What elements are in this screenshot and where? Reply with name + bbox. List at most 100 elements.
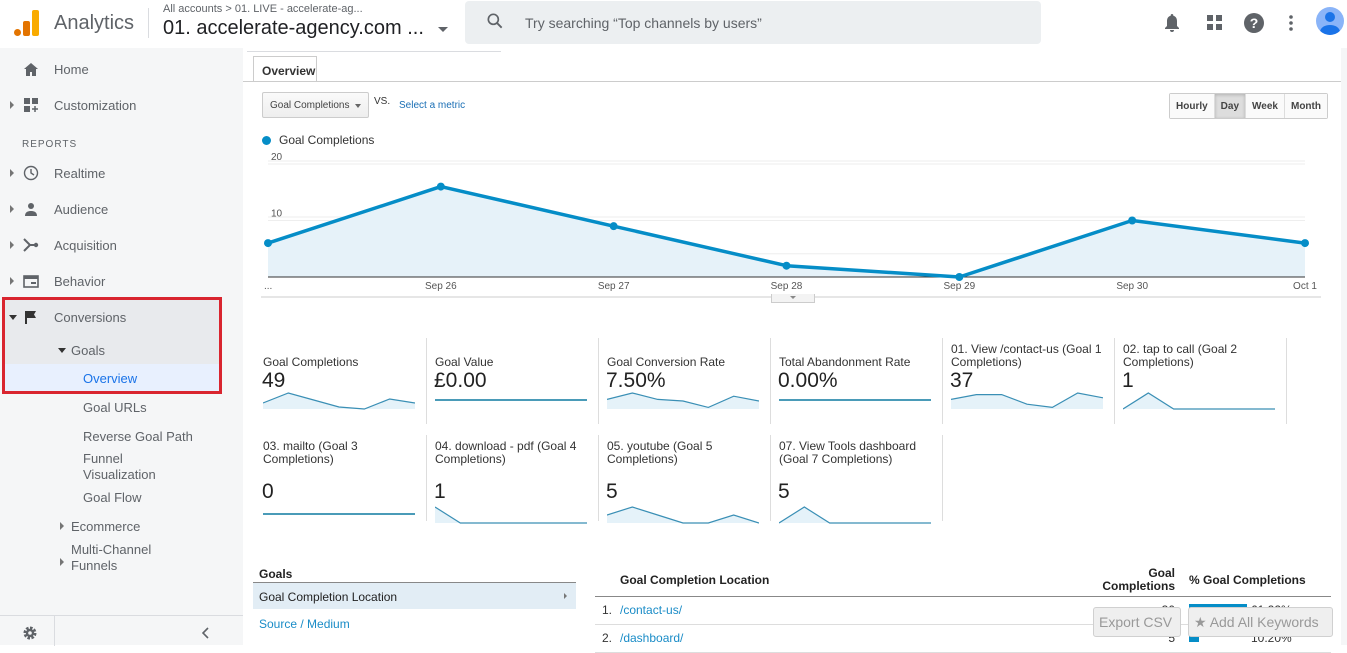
scorecard-title: Total Abandonment Rate [779,355,911,369]
sidebar-item-realtime[interactable]: Realtime [0,155,243,191]
expand-arrow-icon [60,522,64,530]
scorecard-sparkline [607,392,759,409]
sidebar-item-home[interactable]: Home [0,51,243,87]
help-icon[interactable]: ? [1241,10,1267,36]
goals-item-source-medium[interactable]: Source / Medium [259,617,350,631]
scorecard[interactable]: Goal Value £0.00 [427,338,599,424]
x-tick-label: Sep 27 [598,281,630,292]
sidebar-label: Audience [54,201,109,217]
goals-item-completion-location[interactable]: Goal Completion Location [253,583,576,609]
data-point [955,273,964,281]
goal-completions-chart[interactable]: 10 20... Sep 26 Sep 27 Sep 28 Sep 29 Sep 30 Oct… [243,148,1341,298]
scorecard[interactable]: 01. View /contact-us (Goal 1 Completions… [943,338,1115,424]
goals-item-label: Goal Completion Location [259,590,398,604]
col-header-location[interactable]: Goal Completion Location [620,573,769,587]
analytics-logo[interactable] [14,10,40,36]
clock-icon [22,164,40,182]
export-csv-button[interactable]: Export CSV [1093,607,1181,637]
sparkline-area [607,507,759,523]
account-breadcrumb[interactable]: All accounts > 01. LIVE - accelerate-ag.… [163,3,363,15]
chart-resize-handle[interactable] [771,294,815,303]
sidebar-footer [0,615,243,646]
home-icon [22,60,40,78]
sidebar-item-behavior[interactable]: Behavior [0,263,243,299]
sidebar-item-customization[interactable]: Customization [0,87,243,123]
scorecard[interactable]: Total Abandonment Rate 0.00% [771,338,943,424]
scorecard[interactable]: 02. tap to call (Goal 2 Completions) 1 [1115,338,1287,424]
person-icon [22,200,40,218]
granularity-hourly[interactable]: Hourly [1170,94,1215,118]
scorecard-value: 0 [262,480,274,503]
chevron-down-icon[interactable] [438,27,448,32]
scorecard-title: Goal Completions [263,355,359,369]
row-location-link[interactable]: /dashboard/ [620,631,683,645]
account-avatar-icon[interactable] [1316,7,1344,35]
top-bar: Analytics All accounts > 01. LIVE - acce… [0,0,1347,48]
sparkline-line [435,506,587,524]
expand-arrow-icon [10,169,14,177]
gear-icon[interactable] [22,625,38,641]
sidebar-item-multichannel[interactable]: Multi-Channel Funnels [0,540,243,576]
footer-divider [54,616,55,646]
expand-arrow-icon [10,101,14,109]
header-divider [148,8,149,38]
property-selector[interactable]: 01. accelerate-agency.com ... [163,17,424,40]
sidebar-label: Behavior [54,273,106,289]
scorecard-sparkline [263,513,415,515]
col-header-completions[interactable]: Goal Completions [1083,567,1175,593]
scorecard-sparkline [607,506,759,524]
granularity-toggle: Hourly Day Week Month [1169,93,1328,119]
row-number: 2. [602,631,613,645]
apps-grid-icon[interactable] [1202,10,1228,36]
sidebar-label: Home [54,61,89,77]
scorecard-title: Goal Value [435,355,494,369]
sidebar-item-ecommerce[interactable]: Ecommerce [0,508,243,544]
scorecard[interactable]: 07. View Tools dashboard (Goal 7 Complet… [771,435,943,524]
bell-icon[interactable] [1159,10,1185,36]
search-input[interactable] [525,1,1025,44]
sidebar-item-goal-urls[interactable]: Goal URLs [83,400,147,415]
data-point [1301,239,1309,248]
dashboard-plus-icon [22,96,40,114]
data-point [264,239,272,248]
sidebar-item-goal-flow[interactable]: Goal Flow [83,490,142,505]
scorecard-value: £0.00 [434,369,487,392]
data-point [1128,216,1137,225]
metric-dropdown-value: Goal Completions [270,100,350,111]
scorecard-title: 01. View /contact-us (Goal 1 Completions… [951,342,1102,369]
reports-section-label: REPORTS [22,139,78,150]
sidebar-item-acquisition[interactable]: Acquisition [0,227,243,263]
scorecard-value: 0.00% [778,369,838,392]
select-metric-link[interactable]: Select a metric [399,100,465,111]
scorecard[interactable]: Goal Conversion Rate 7.50% [599,338,771,424]
goals-panel-heading: Goals [259,567,293,581]
more-vert-icon[interactable] [1278,10,1304,36]
scrollbar[interactable] [1341,48,1347,645]
tab-overview[interactable]: Overview [253,56,317,82]
scorecard[interactable]: 05. youtube (Goal 5 Completions) 5 [599,435,771,524]
x-tick-label: Oct 1 [1293,281,1317,292]
scorecard[interactable]: Goal Completions 49 [255,338,427,424]
chevron-down-icon [355,104,361,108]
row-location-link[interactable]: /contact-us/ [620,603,682,617]
granularity-day[interactable]: Day [1214,94,1247,118]
scorecard[interactable]: 04. download - pdf (Goal 4 Completions) 1 [427,435,599,524]
scorecard[interactable]: 03. mailto (Goal 3 Completions) 0 [255,435,427,521]
sidebar-label: Ecommerce [71,518,141,534]
granularity-month[interactable]: Month [1284,94,1327,118]
conversions-highlight-box [2,297,222,394]
sidebar: Home Customization REPORTS Realtime Audi… [0,48,243,646]
granularity-week[interactable]: Week [1246,94,1285,118]
sidebar-item-reverse-goal-path[interactable]: Reverse Goal Path [83,429,193,444]
sidebar-item-audience[interactable]: Audience [0,191,243,227]
collapse-sidebar-chevron-icon[interactable] [202,627,210,639]
main-content: Overview Goal Completions VS. Select a m… [243,48,1347,653]
add-all-keywords-label: Add All Keywords [1209,614,1319,630]
search-bar[interactable] [465,1,1041,44]
scorecard-sparkline [779,506,931,524]
add-all-keywords-button[interactable]: ★ Add All Keywords [1188,607,1333,637]
metric-dropdown[interactable]: Goal Completions [262,92,369,118]
scorecard-value: 5 [606,480,618,503]
col-header-pct[interactable]: % Goal Completions [1189,573,1306,587]
sidebar-item-funnel-visualization[interactable]: Funnel Visualization [83,451,173,483]
